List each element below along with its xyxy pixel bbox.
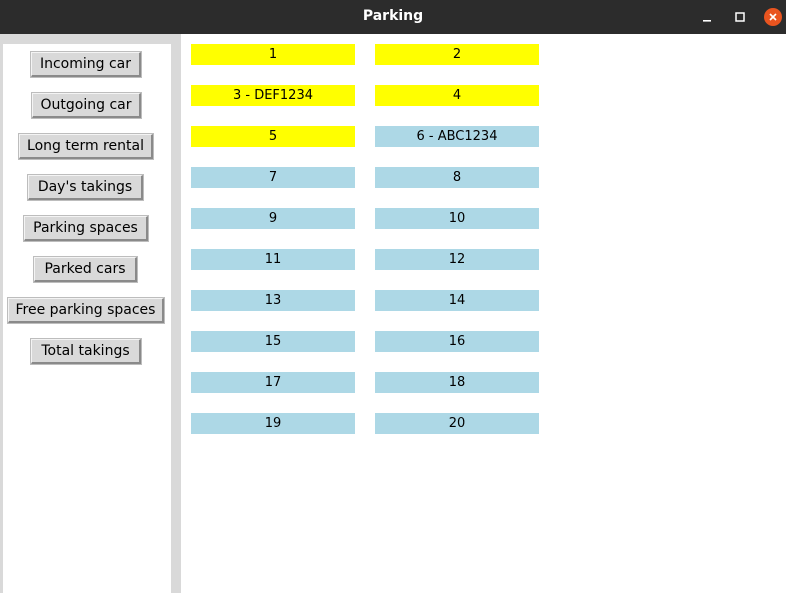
parking-spot-3[interactable]: 3 - DEF1234 xyxy=(191,85,355,106)
parking-spot-11[interactable]: 11 xyxy=(191,249,355,270)
total-takings-button[interactable]: Total takings xyxy=(30,338,142,365)
parking-spot-8[interactable]: 8 xyxy=(375,167,539,188)
parked-cars-button[interactable]: Parked cars xyxy=(33,256,138,283)
parking-spaces-button[interactable]: Parking spaces xyxy=(23,215,149,242)
parking-spot-10[interactable]: 10 xyxy=(375,208,539,229)
parking-spot-6[interactable]: 6 - ABC1234 xyxy=(375,126,539,147)
minimize-button[interactable] xyxy=(696,6,718,28)
parking-spot-7[interactable]: 7 xyxy=(191,167,355,188)
parking-spot-5[interactable]: 5 xyxy=(191,126,355,147)
parking-spot-18[interactable]: 18 xyxy=(375,372,539,393)
parking-spot-14[interactable]: 14 xyxy=(375,290,539,311)
parking-spot-15[interactable]: 15 xyxy=(191,331,355,352)
sidebar-frame: Incoming car Outgoing car Long term rent… xyxy=(0,34,181,593)
parking-spot-16[interactable]: 16 xyxy=(375,331,539,352)
sidebar: Incoming car Outgoing car Long term rent… xyxy=(3,44,171,593)
window-title: Parking xyxy=(362,8,424,24)
free-parking-spaces-button[interactable]: Free parking spaces xyxy=(7,297,165,324)
parking-spot-1[interactable]: 1 xyxy=(191,44,355,65)
parking-spot-17[interactable]: 17 xyxy=(191,372,355,393)
parking-spot-13[interactable]: 13 xyxy=(191,290,355,311)
maximize-button[interactable] xyxy=(729,6,751,28)
close-icon xyxy=(764,8,782,26)
parking-spot-12[interactable]: 12 xyxy=(375,249,539,270)
parking-spot-4[interactable]: 4 xyxy=(375,85,539,106)
incoming-car-button[interactable]: Incoming car xyxy=(30,51,142,78)
outgoing-car-button[interactable]: Outgoing car xyxy=(31,92,142,119)
long-term-rental-button[interactable]: Long term rental xyxy=(18,133,154,160)
main-content: Incoming car Outgoing car Long term rent… xyxy=(0,34,786,593)
parking-window: Parking Incoming car Outgoing car Long t… xyxy=(0,0,786,593)
minimize-icon xyxy=(703,20,711,22)
title-bar[interactable]: Parking xyxy=(0,0,786,34)
parking-spot-19[interactable]: 19 xyxy=(191,413,355,434)
parking-spot-2[interactable]: 2 xyxy=(375,44,539,65)
days-takings-button[interactable]: Day's takings xyxy=(27,174,144,201)
maximize-icon xyxy=(735,12,745,22)
close-button[interactable] xyxy=(762,6,784,28)
parking-spot-9[interactable]: 9 xyxy=(191,208,355,229)
parking-spot-20[interactable]: 20 xyxy=(375,413,539,434)
